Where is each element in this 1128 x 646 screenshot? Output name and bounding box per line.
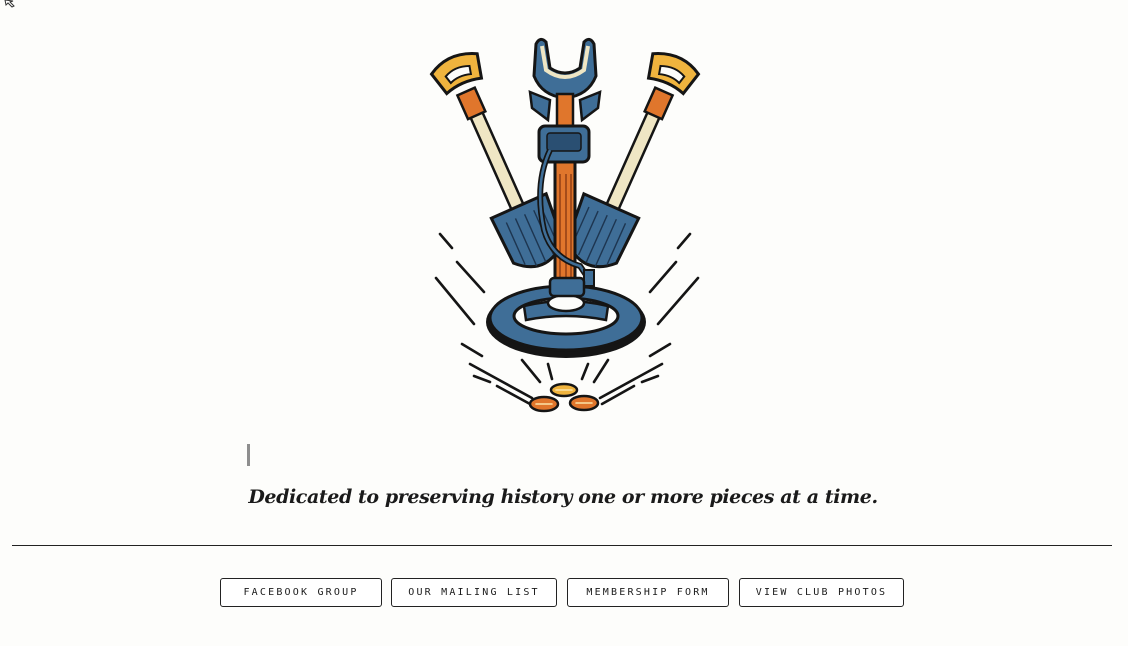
facebook-group-button[interactable]: FACEBOOK GROUP (220, 578, 382, 607)
club-tagline: Dedicated to preserving history one or m… (248, 486, 878, 508)
mouse-cursor-icon (4, 0, 15, 8)
membership-form-button[interactable]: MEMBERSHIP FORM (567, 578, 729, 607)
mailing-list-button[interactable]: OUR MAILING LIST (391, 578, 557, 607)
section-divider (12, 545, 1112, 546)
metal-detector-logo-icon (429, 37, 701, 413)
view-club-photos-button[interactable]: VIEW CLUB PHOTOS (739, 578, 904, 607)
text-cursor-caret (247, 444, 250, 466)
